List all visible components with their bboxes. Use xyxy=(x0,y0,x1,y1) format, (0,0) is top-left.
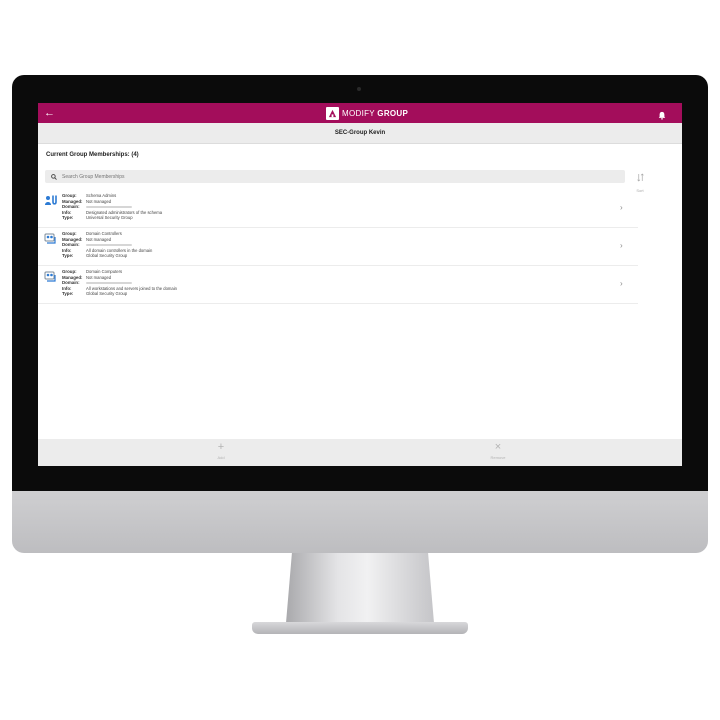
brand-title: MODIFY GROUP xyxy=(326,106,408,120)
group-label: Group: xyxy=(62,231,77,237)
monitor-stand-neck xyxy=(286,553,434,623)
managed-label: Managed: xyxy=(62,198,83,204)
close-icon: × xyxy=(494,441,502,453)
membership-row[interactable]: Group: Domain Controllers Managed: Not man… xyxy=(38,228,638,266)
app-logo-icon xyxy=(326,106,339,120)
domain-label: Domain: xyxy=(62,204,80,210)
security-group-icon xyxy=(44,270,57,288)
remove-label: Remove xyxy=(490,455,506,460)
chevron-right-icon[interactable]: › xyxy=(620,203,623,212)
domain-label: Domain: xyxy=(62,280,80,286)
domain-value-redacted xyxy=(86,205,132,208)
type-label: Type: xyxy=(62,291,74,297)
app-title-light: MODIFY xyxy=(342,108,375,118)
info-label: Info: xyxy=(62,285,72,291)
group-label: Group: xyxy=(62,269,77,275)
info-value: All workstations and servers joined to t… xyxy=(86,285,178,291)
membership-details: Group: Domain Computers Managed: Not manag… xyxy=(62,269,177,297)
back-arrow-icon[interactable]: ← xyxy=(44,106,55,120)
info-value: All domain controllers in the domain xyxy=(86,247,153,253)
search-bar[interactable] xyxy=(45,170,625,183)
app-screen: ← MODIFY GROUP SEC-Group Kevin Current G… xyxy=(38,103,682,466)
object-title: SEC-Group Kevin xyxy=(38,123,682,144)
group-name: Domain Controllers xyxy=(86,231,122,237)
chevron-right-icon[interactable]: › xyxy=(620,241,623,250)
group-name: Domain Computers xyxy=(86,269,123,275)
managed-value: Not managed xyxy=(86,236,112,242)
domain-label: Domain: xyxy=(62,242,80,248)
schema-admin-group-icon xyxy=(44,194,57,212)
camera-dot xyxy=(357,87,361,91)
membership-details: Group: Schema Admins Managed: Not managed … xyxy=(62,193,162,221)
group-name: Schema Admins xyxy=(86,193,117,199)
group-label: Group: xyxy=(62,193,77,199)
type-label: Type: xyxy=(62,253,74,259)
info-value: Designated administrators of the schema xyxy=(86,209,163,215)
managed-label: Managed: xyxy=(62,236,83,242)
domain-value-redacted xyxy=(86,281,132,284)
plus-icon: + xyxy=(217,441,225,453)
membership-row[interactable]: Group: Domain Computers Managed: Not manag… xyxy=(38,266,638,304)
managed-label: Managed: xyxy=(62,274,83,280)
info-label: Info: xyxy=(62,209,72,215)
monitor-chin xyxy=(12,491,708,553)
remove-button[interactable]: × Remove xyxy=(483,441,513,461)
security-group-icon xyxy=(44,232,57,250)
type-value: Global Security Group xyxy=(86,291,128,297)
type-value: Universal Security Group xyxy=(86,215,133,221)
membership-details: Group: Domain Controllers Managed: Not man… xyxy=(62,231,152,259)
managed-value: Not managed xyxy=(86,198,112,204)
memberships-heading: Current Group Memberships: (4) xyxy=(46,152,139,158)
membership-list: Group: Schema Admins Managed: Not managed … xyxy=(38,190,638,304)
monitor-stand-foot xyxy=(252,622,468,634)
info-label: Info: xyxy=(62,247,72,253)
sort-icon xyxy=(636,169,644,186)
search-input[interactable] xyxy=(62,173,582,180)
membership-row[interactable]: Group: Schema Admins Managed: Not managed … xyxy=(38,190,638,228)
top-app-bar: ← MODIFY GROUP xyxy=(38,103,682,123)
domain-value-redacted xyxy=(86,243,132,246)
managed-value: Not managed xyxy=(86,274,112,280)
type-label: Type: xyxy=(62,215,74,221)
search-icon xyxy=(51,173,57,180)
app-title-bold: GROUP xyxy=(377,108,409,118)
chevron-right-icon[interactable]: › xyxy=(620,279,623,288)
bottom-toolbar: + Add × Remove xyxy=(38,439,682,466)
add-label: Add xyxy=(217,455,225,460)
type-value: Global Security Group xyxy=(86,253,128,259)
add-button[interactable]: + Add xyxy=(206,441,236,461)
